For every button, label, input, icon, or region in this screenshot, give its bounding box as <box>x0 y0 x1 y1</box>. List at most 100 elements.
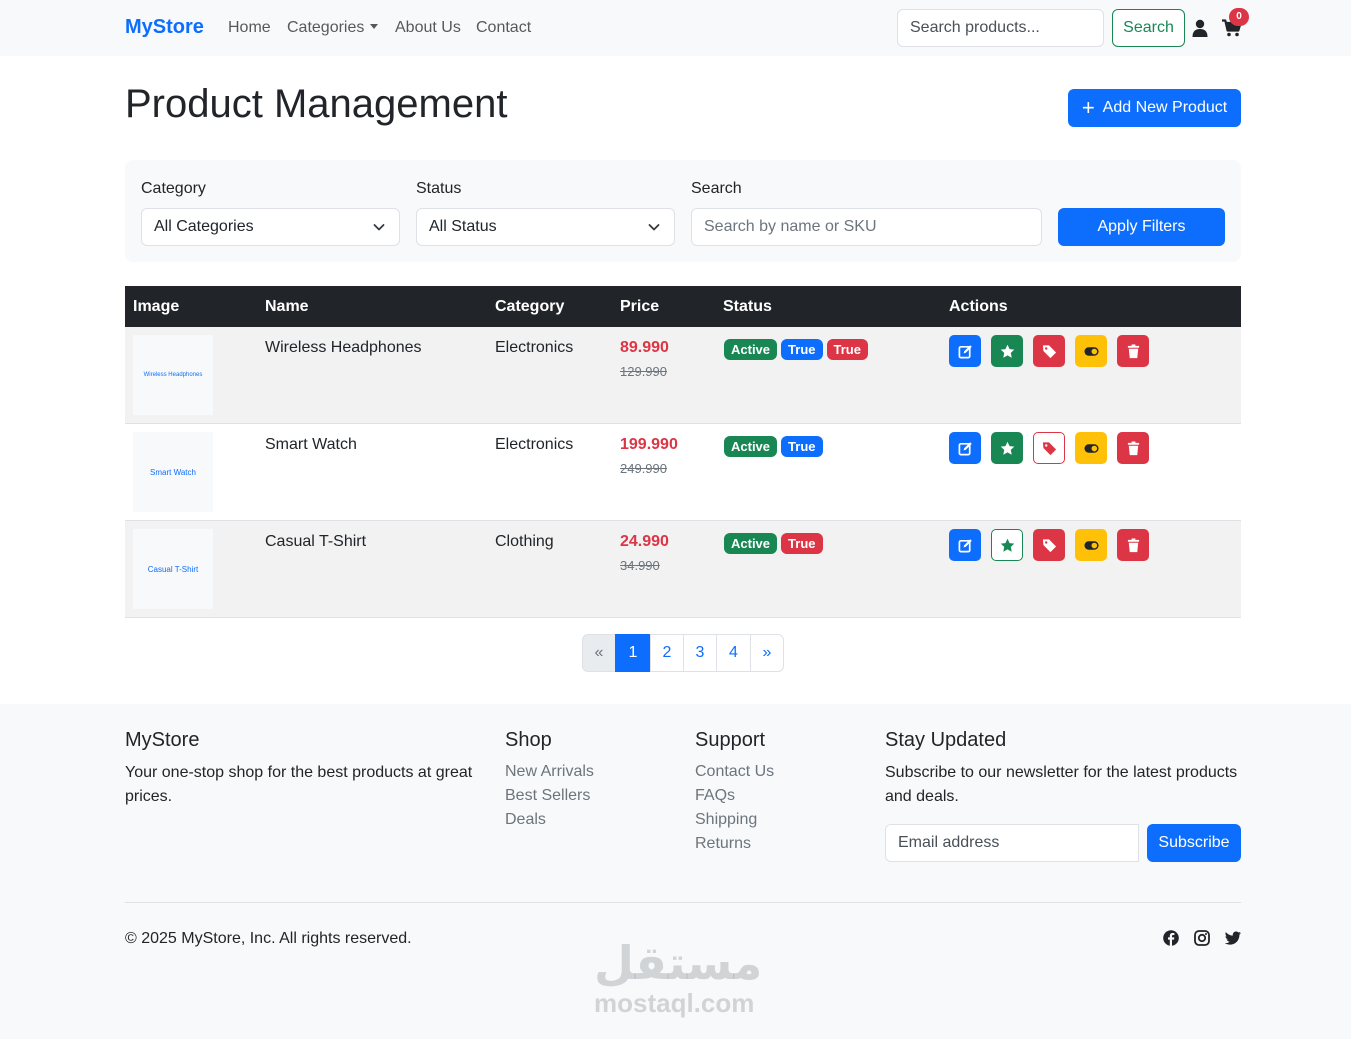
category-select[interactable]: All Categories <box>141 208 400 246</box>
featured-badge: True <box>781 436 823 457</box>
edit-icon <box>958 538 972 552</box>
footer-link-best-sellers[interactable]: Best Sellers <box>505 787 590 805</box>
sale-toggle-button[interactable] <box>1033 432 1065 464</box>
delete-button[interactable] <box>1117 529 1149 561</box>
plus-icon: + <box>1081 95 1095 120</box>
sale-badge: True <box>781 533 823 554</box>
footer-link-contact-us[interactable]: Contact Us <box>695 763 774 781</box>
product-category: Clothing <box>495 533 554 550</box>
user-icon[interactable] <box>1192 19 1208 37</box>
tag-icon <box>1042 441 1056 455</box>
tag-icon <box>1042 538 1056 552</box>
pagination-prev[interactable]: « <box>582 634 616 672</box>
footer-support-title: Support <box>695 729 766 751</box>
status-toggle-button[interactable] <box>1075 335 1107 367</box>
footer-link-deals[interactable]: Deals <box>505 811 546 829</box>
delete-button[interactable] <box>1117 335 1149 367</box>
edit-button[interactable] <box>949 335 981 367</box>
chevron-down-icon <box>373 224 385 231</box>
category-filter-label: Category <box>141 180 206 197</box>
status-toggle-button[interactable] <box>1075 432 1107 464</box>
nav-link-about[interactable]: About Us <box>395 19 461 37</box>
product-old-price: 34.990 <box>620 558 660 573</box>
product-category: Electronics <box>495 436 574 453</box>
column-header-price: Price <box>620 298 660 315</box>
product-name: Wireless Headphones <box>265 339 422 356</box>
footer-shop-title: Shop <box>505 729 552 751</box>
sale-toggle-button[interactable] <box>1033 529 1065 561</box>
nav-link-contact[interactable]: Contact <box>476 19 531 37</box>
table-row: Smart Watch Smart Watch Electronics 199.… <box>125 424 1241 521</box>
status-badge-active: Active <box>724 436 778 457</box>
product-image: Casual T-Shirt <box>133 529 213 609</box>
feature-toggle-button[interactable] <box>991 432 1023 464</box>
footer-divider <box>125 902 1241 903</box>
column-header-status: Status <box>723 298 772 315</box>
trash-icon <box>1127 537 1139 552</box>
cart-count-badge: 0 <box>1229 8 1249 26</box>
pagination-next[interactable]: » <box>750 634 784 672</box>
nav-link-categories[interactable]: Categories <box>287 19 379 37</box>
footer-link-faqs[interactable]: FAQs <box>695 787 735 805</box>
subscribe-button[interactable]: Subscribe <box>1147 824 1241 862</box>
sale-badge: True <box>826 339 868 360</box>
pagination-page-1[interactable]: 1 <box>615 634 651 672</box>
product-old-price: 129.990 <box>620 364 667 379</box>
featured-badge: True <box>781 339 823 360</box>
product-name: Casual T-Shirt <box>265 533 367 550</box>
product-old-price: 249.990 <box>620 461 667 476</box>
star-icon <box>1000 441 1014 455</box>
nav-search-button[interactable]: Search <box>1112 9 1185 47</box>
chevron-down-icon <box>648 224 660 231</box>
sale-toggle-button[interactable] <box>1033 335 1065 367</box>
edit-button[interactable] <box>949 432 981 464</box>
chevron-down-icon <box>370 24 379 29</box>
nav-link-home[interactable]: Home <box>228 19 271 37</box>
footer-link-new-arrivals[interactable]: New Arrivals <box>505 763 594 781</box>
pagination-page-2[interactable]: 2 <box>650 634 684 672</box>
status-toggle-button[interactable] <box>1075 529 1107 561</box>
feature-toggle-button[interactable] <box>991 529 1023 561</box>
page-title: Product Management <box>125 82 508 126</box>
navbar: MyStore Home Categories About Us Contact… <box>0 0 1351 56</box>
watermark-latin-logo: mostaql.com <box>594 988 755 1018</box>
status-filter-label: Status <box>416 180 462 197</box>
pagination: « 1 2 3 4 » <box>582 634 784 672</box>
trash-icon <box>1127 440 1139 455</box>
delete-button[interactable] <box>1117 432 1149 464</box>
product-price: 89.990 <box>620 339 669 356</box>
footer-newsletter-title: Stay Updated <box>885 729 1007 751</box>
edit-button[interactable] <box>949 529 981 561</box>
brand-logo[interactable]: MyStore <box>125 16 204 39</box>
status-badge-active: Active <box>724 533 778 554</box>
newsletter-email-input[interactable] <box>885 824 1139 862</box>
table-row: Wireless Headphones Wireless Headphones … <box>125 327 1241 424</box>
nav-search-input[interactable] <box>897 9 1104 47</box>
add-new-product-button[interactable]: + Add New Product <box>1068 89 1241 127</box>
product-search-input[interactable] <box>691 208 1042 246</box>
footer-about-text: Your one-stop shop for the best products… <box>125 764 473 805</box>
status-badge-active: Active <box>724 339 778 360</box>
column-header-actions: Actions <box>949 298 1008 315</box>
facebook-icon[interactable] <box>1163 930 1179 946</box>
feature-toggle-button[interactable] <box>991 335 1023 367</box>
tag-icon <box>1042 344 1056 358</box>
table-header: Image Name Category Price Status Actions <box>125 286 1241 327</box>
column-header-image: Image <box>133 298 180 315</box>
footer-link-shipping[interactable]: Shipping <box>695 811 757 829</box>
footer-link-returns[interactable]: Returns <box>695 835 751 853</box>
apply-filters-button[interactable]: Apply Filters <box>1058 208 1225 246</box>
pagination-page-3[interactable]: 3 <box>683 634 717 672</box>
status-select-value: All Status <box>429 218 497 235</box>
product-price: 24.990 <box>620 533 669 550</box>
edit-icon <box>958 344 972 358</box>
pagination-page-4[interactable]: 4 <box>716 634 751 672</box>
status-select[interactable]: All Status <box>416 208 675 246</box>
toggle-icon <box>1083 346 1099 356</box>
edit-icon <box>958 441 972 455</box>
toggle-icon <box>1083 443 1099 453</box>
instagram-icon[interactable] <box>1194 930 1210 946</box>
product-image: Wireless Headphones <box>133 335 213 415</box>
twitter-icon[interactable] <box>1225 930 1241 946</box>
column-header-name: Name <box>265 298 309 315</box>
